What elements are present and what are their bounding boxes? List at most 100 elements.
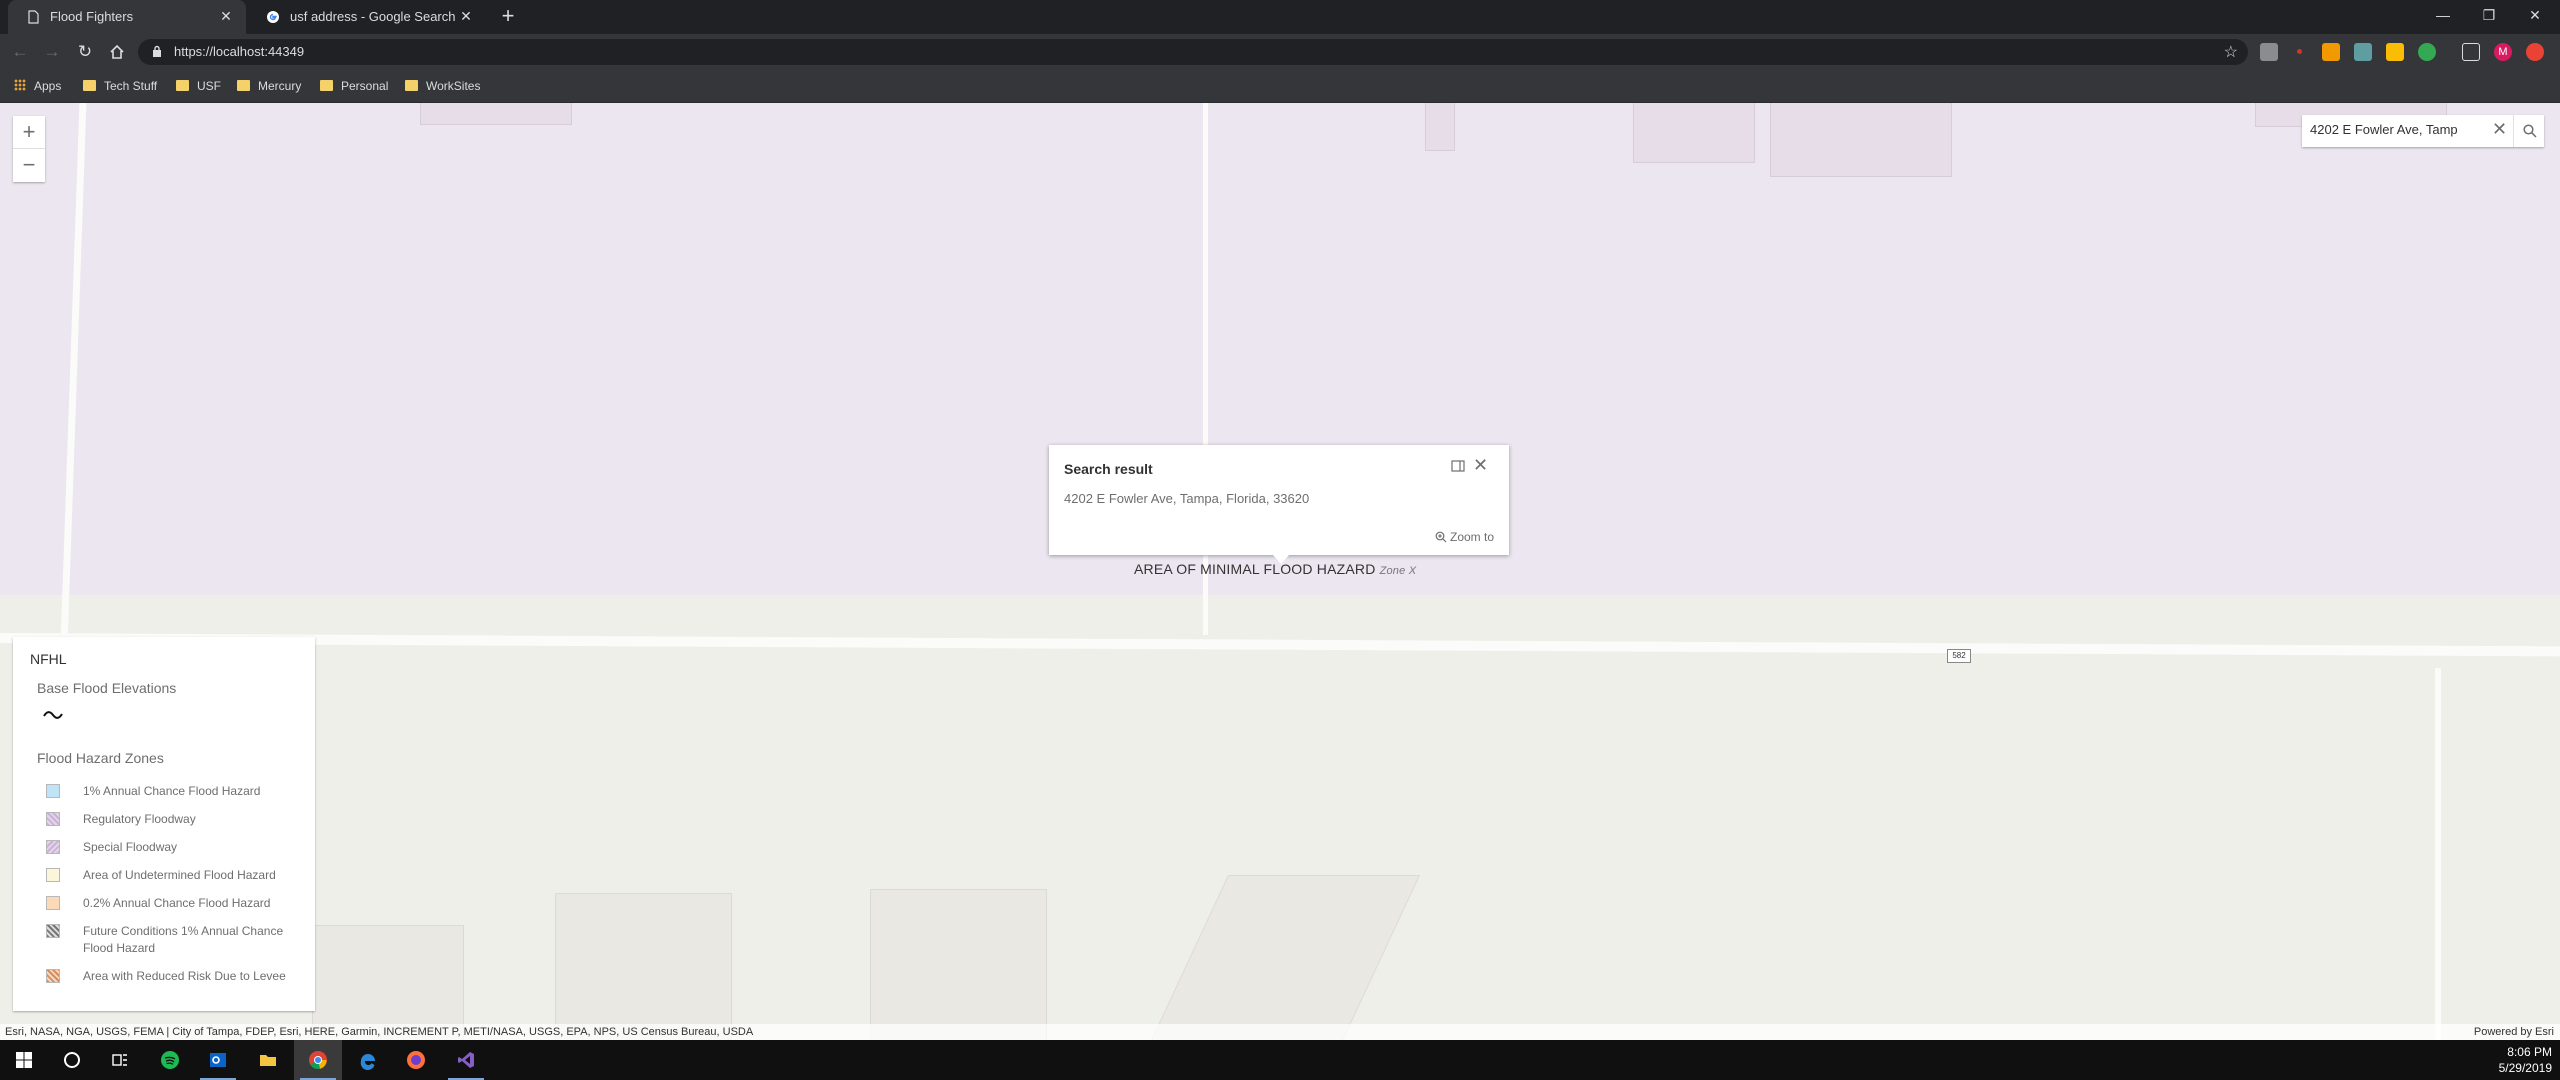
folder-icon — [405, 80, 418, 91]
close-tab-icon[interactable]: ✕ — [218, 8, 234, 24]
windows-taskbar: 8:06 PM 5/29/2019 — [0, 1040, 2560, 1080]
road-582 — [0, 633, 2560, 657]
folder-icon — [237, 80, 250, 91]
building — [555, 893, 732, 1040]
legend-heading-hazard-zones: Flood Hazard Zones — [37, 750, 164, 766]
bookmark-personal[interactable]: Personal — [320, 78, 388, 94]
visual-studio-icon — [458, 1052, 474, 1068]
folder-icon — [320, 80, 333, 91]
edge-icon — [360, 1054, 375, 1070]
folder-icon — [83, 80, 96, 91]
task-view-icon — [112, 1054, 127, 1066]
chrome-taskbar-button[interactable] — [294, 1040, 342, 1080]
dock-icon[interactable] — [1451, 459, 1465, 473]
search-icon — [2523, 124, 2537, 138]
map-view[interactable]: 582 AREA OF MINIMAL FLOOD HAZARD Zone X +… — [0, 103, 2560, 1040]
spotify-taskbar-button[interactable] — [146, 1040, 194, 1080]
clock-date: 5/29/2019 — [2498, 1061, 2552, 1075]
restore-button[interactable]: ❐ — [2466, 0, 2512, 30]
building — [870, 889, 1047, 1040]
folder-icon — [176, 80, 189, 91]
building — [1147, 875, 1421, 1040]
alert-extension-icon[interactable] — [2526, 43, 2544, 61]
cortana-circle-icon — [64, 1052, 80, 1068]
bookmark-mercury[interactable]: Mercury — [237, 78, 301, 94]
notes-extension-icon[interactable] — [2386, 43, 2404, 61]
popup-title: Search result — [1064, 461, 1153, 477]
taskbar-clock[interactable]: 8:06 PM 5/29/2019 — [2499, 1044, 2552, 1076]
chrome-icon — [309, 1051, 327, 1070]
powered-by-esri[interactable]: Powered by Esri — [2474, 1024, 2554, 1040]
start-button[interactable] — [0, 1040, 48, 1080]
tab-flood-fighters[interactable]: Flood Fighters ✕ — [8, 0, 246, 34]
road — [2435, 668, 2441, 1040]
bookmark-usf[interactable]: USF — [176, 78, 221, 94]
bookmarks-bar: Apps Tech Stuff USF Mercury Personal Wor… — [0, 70, 2560, 103]
bookmark-tech-stuff[interactable]: Tech Stuff — [83, 78, 157, 94]
tab-title: usf address - Google Search — [290, 9, 456, 24]
browser-toolbar: ← → ↻ ☆ M — [0, 34, 2560, 70]
tab-google-search[interactable]: usf address - Google Search ✕ — [248, 0, 486, 34]
zoom-control: + − — [13, 116, 45, 182]
legend-title: NFHL — [30, 651, 67, 667]
folder-icon — [260, 1055, 276, 1066]
bookmark-apps[interactable]: Apps — [14, 78, 61, 94]
close-popup-icon[interactable]: ✕ — [1473, 455, 1488, 476]
search-result-popup: Search result ✕ 4202 E Fowler Ave, Tampa… — [1049, 445, 1509, 564]
map-search-button[interactable] — [2513, 115, 2545, 147]
road-shield-582: 582 — [1947, 649, 1971, 663]
building — [1633, 103, 1755, 163]
tab-title: Flood Fighters — [50, 9, 134, 24]
extension-icon[interactable] — [2260, 43, 2278, 61]
zoom-to-icon — [1435, 531, 1447, 543]
cortana-button[interactable] — [48, 1040, 96, 1080]
popup-address: 4202 E Fowler Ave, Tampa, Florida, 33620 — [1064, 491, 1310, 506]
address-bar[interactable]: ☆ — [138, 39, 2248, 65]
extension-dot-icon[interactable] — [2297, 49, 2302, 54]
apps-grid-icon — [14, 79, 26, 91]
building — [420, 103, 572, 125]
clear-search-icon[interactable]: ✕ — [2492, 119, 2507, 140]
visual-studio-taskbar-button[interactable] — [442, 1040, 490, 1080]
new-tab-button[interactable]: + — [497, 5, 519, 28]
popup-pointer — [1273, 555, 1289, 564]
building — [312, 925, 464, 1040]
home-button[interactable] — [106, 41, 128, 63]
google-icon — [267, 11, 279, 23]
zoom-out-button[interactable]: − — [13, 149, 45, 181]
forward-button[interactable]: → — [41, 41, 63, 63]
map-legend: NFHL Base Flood Elevations Flood Hazard … — [13, 637, 315, 1011]
legend-swatch — [46, 969, 60, 983]
rss-icon[interactable] — [2322, 43, 2340, 61]
leaf-extension-icon[interactable] — [2418, 43, 2436, 61]
map-search-input[interactable] — [2310, 122, 2480, 137]
edge-taskbar-button[interactable] — [344, 1040, 392, 1080]
windows-logo-icon — [16, 1052, 32, 1068]
legend-swatch — [46, 924, 60, 938]
firefox-taskbar-button[interactable] — [392, 1040, 440, 1080]
reload-button[interactable]: ↻ — [74, 41, 96, 63]
url-input[interactable] — [174, 44, 774, 59]
zoom-in-button[interactable]: + — [13, 116, 45, 148]
outlook-taskbar-button[interactable] — [194, 1040, 242, 1080]
close-tab-icon[interactable]: ✕ — [458, 8, 474, 24]
base-flood-elevation-line-icon — [43, 711, 63, 719]
task-view-button[interactable] — [96, 1040, 144, 1080]
bookmark-worksites[interactable]: WorkSites — [405, 78, 480, 94]
file-explorer-taskbar-button[interactable] — [244, 1040, 292, 1080]
road — [1203, 103, 1208, 635]
map-attribution: Esri, NASA, NGA, USGS, FEMA | City of Ta… — [0, 1024, 2560, 1040]
close-window-button[interactable]: ✕ — [2512, 0, 2558, 30]
home-icon — [110, 44, 124, 59]
minimize-button[interactable]: — — [2420, 0, 2466, 30]
back-button[interactable]: ← — [9, 41, 31, 63]
lock-icon — [153, 45, 161, 57]
cast-icon[interactable] — [2462, 43, 2480, 61]
legend-swatch — [46, 812, 60, 826]
tools-extension-icon[interactable] — [2354, 43, 2372, 61]
profile-avatar[interactable]: M — [2494, 43, 2512, 61]
zoom-to-button[interactable]: Zoom to — [1435, 530, 1494, 544]
attribution-text: Esri, NASA, NGA, USGS, FEMA | City of Ta… — [5, 1026, 754, 1038]
bookmark-star-icon[interactable]: ☆ — [2224, 42, 2238, 62]
firefox-icon — [407, 1051, 425, 1069]
